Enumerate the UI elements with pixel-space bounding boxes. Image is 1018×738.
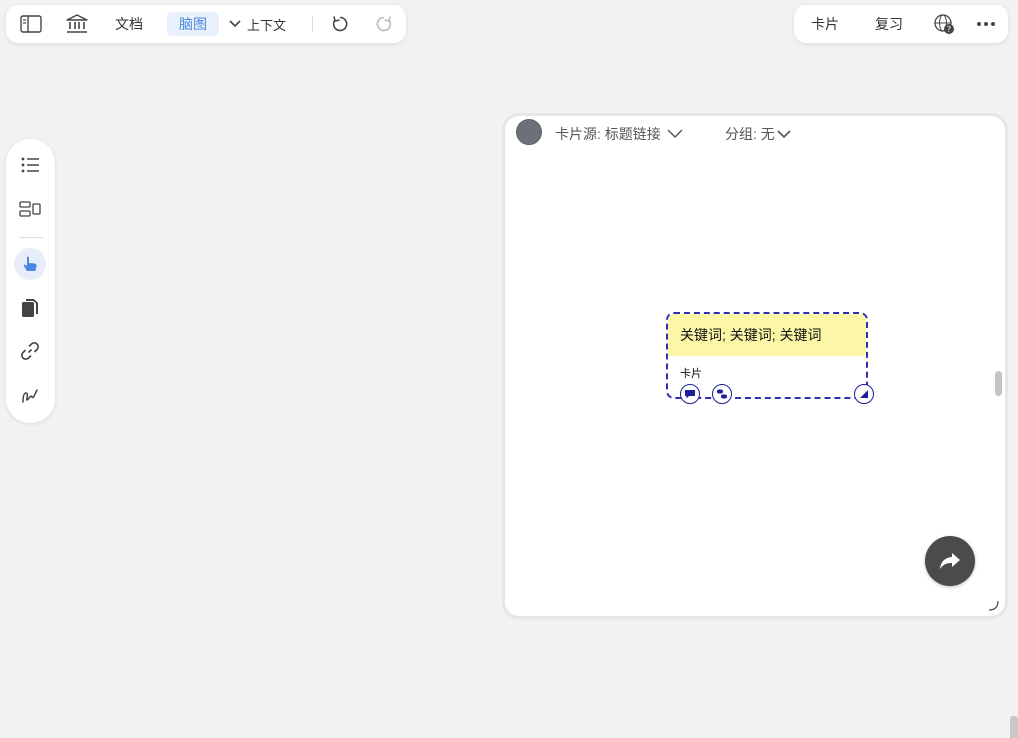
layout-icon[interactable]: [14, 193, 46, 225]
comment-icon[interactable]: [680, 384, 700, 404]
review-button[interactable]: 复习: [870, 5, 908, 43]
share-button[interactable]: [925, 536, 975, 586]
more-options-icon[interactable]: [974, 5, 998, 43]
context-label: 上下文: [246, 17, 286, 33]
group-label: 分组: 无: [725, 126, 775, 142]
resize-handle-icon[interactable]: [854, 384, 874, 404]
link-icon[interactable]: [14, 335, 46, 367]
pointer-hand-icon[interactable]: [14, 248, 46, 280]
context-dropdown[interactable]: 上下文: [226, 5, 288, 43]
vertical-scrollbar[interactable]: [995, 371, 1002, 396]
tab-mindmap[interactable]: 脑图: [167, 12, 219, 36]
chevron-down-icon: [229, 20, 241, 28]
undo-icon[interactable]: [328, 5, 352, 43]
status-dot[interactable]: [516, 119, 542, 145]
chevron-down-icon: [777, 130, 791, 139]
side-toolbar: [6, 139, 55, 423]
group-dropdown[interactable]: 分组: 无: [725, 124, 791, 144]
card-window-header: 卡片源: 标题链接 分组: 无: [505, 116, 1005, 150]
sidebar-toggle-icon[interactable]: [18, 5, 44, 43]
top-left-toolbar: 文档 脑图 上下文: [6, 5, 406, 43]
web-help-icon[interactable]: ?: [931, 5, 957, 43]
card-window: 卡片源: 标题链接 分组: 无 关键词; 关键词; 关键词 卡片: [505, 116, 1005, 616]
library-icon[interactable]: [64, 5, 90, 43]
copy-docs-icon[interactable]: [14, 292, 46, 324]
card-button[interactable]: 卡片: [806, 5, 844, 43]
freehand-icon[interactable]: [14, 379, 46, 411]
card-source-dropdown[interactable]: 卡片源: 标题链接: [555, 124, 683, 144]
card-title[interactable]: 关键词; 关键词; 关键词: [668, 314, 866, 356]
share-arrow-icon: [940, 553, 960, 569]
tab-document[interactable]: 文档: [110, 5, 148, 43]
redo-icon[interactable]: [372, 5, 396, 43]
link-card-icon[interactable]: [712, 384, 732, 404]
card-body[interactable]: 卡片: [680, 365, 702, 381]
keyword-card[interactable]: 关键词; 关键词; 关键词 卡片: [666, 312, 874, 404]
window-resize-handle[interactable]: [987, 598, 999, 616]
page-scrollbar[interactable]: [1010, 716, 1018, 738]
side-divider: [19, 237, 43, 238]
svg-text:?: ?: [947, 25, 951, 34]
chevron-down-icon: [667, 129, 683, 138]
toolbar-divider: [312, 16, 313, 32]
list-icon[interactable]: [14, 149, 46, 181]
top-right-toolbar: 卡片 复习 ?: [794, 5, 1008, 43]
card-source-label: 卡片源: 标题链接: [555, 126, 661, 142]
